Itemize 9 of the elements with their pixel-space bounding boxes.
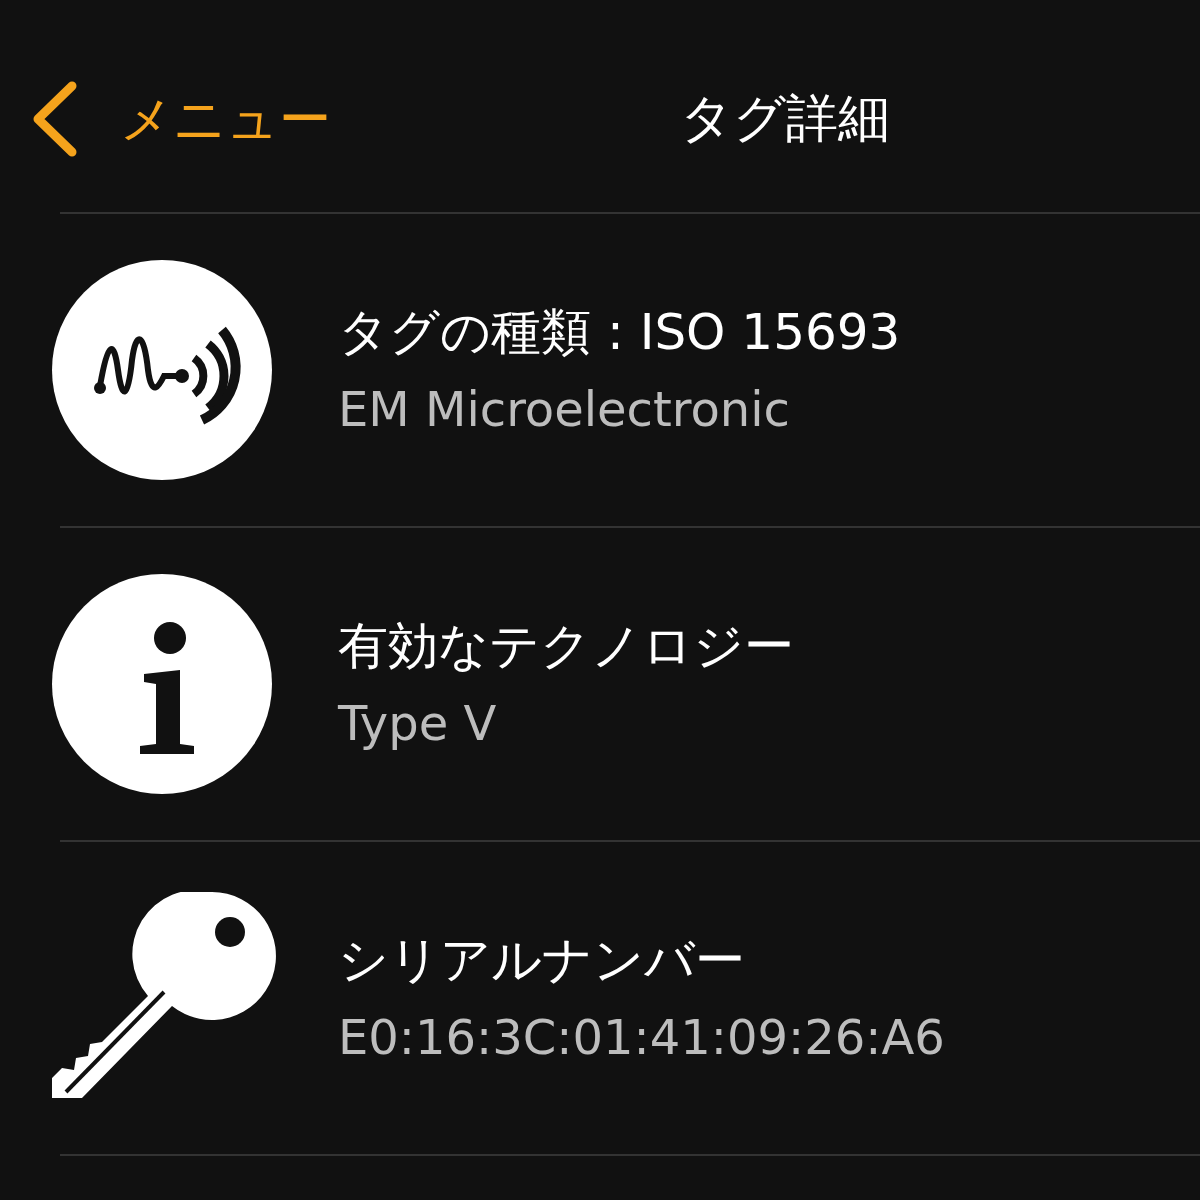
- row-value: EM Microelectronic: [338, 385, 791, 433]
- info-icon: [52, 574, 272, 794]
- row-title: 有効なテクノロジー: [338, 621, 794, 671]
- signal-wave-icon: [52, 260, 272, 480]
- back-button[interactable]: メニュー: [28, 80, 331, 158]
- row-value: E0:16:3C:01:41:09:26:A6: [338, 1013, 945, 1061]
- row-title: タグの種類 : ISO 15693: [338, 307, 901, 357]
- screen-title: タグ詳細: [680, 92, 890, 144]
- row-title: シリアルナンバー: [338, 935, 746, 985]
